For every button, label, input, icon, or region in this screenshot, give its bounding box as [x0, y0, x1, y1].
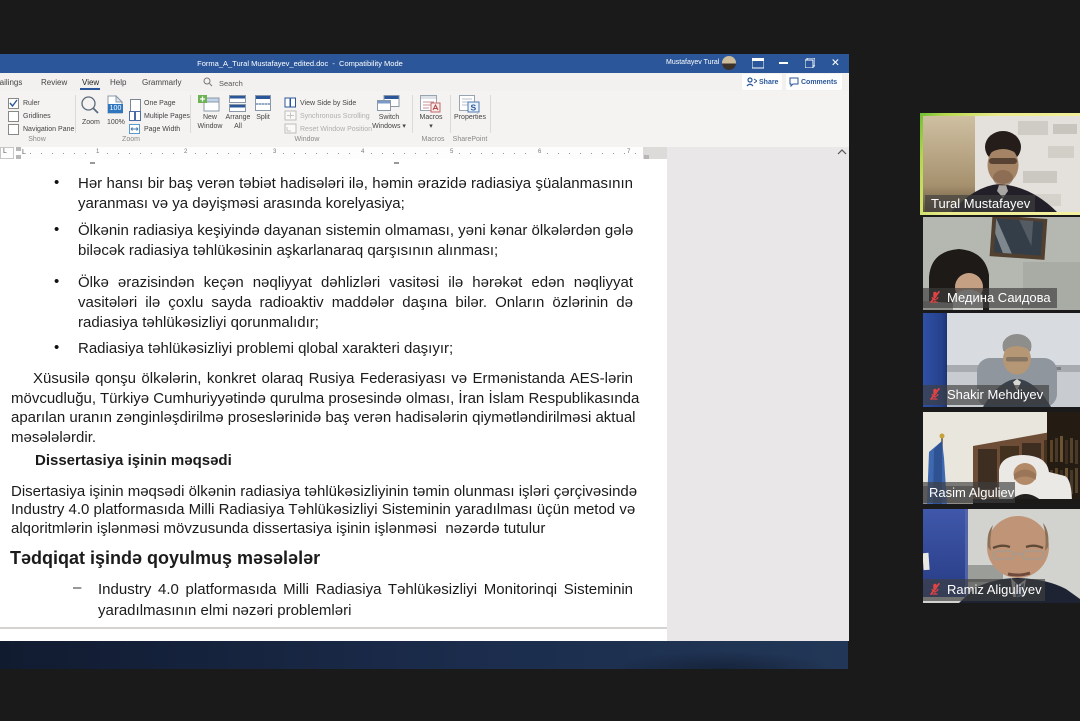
svg-text:S: S	[471, 103, 477, 113]
